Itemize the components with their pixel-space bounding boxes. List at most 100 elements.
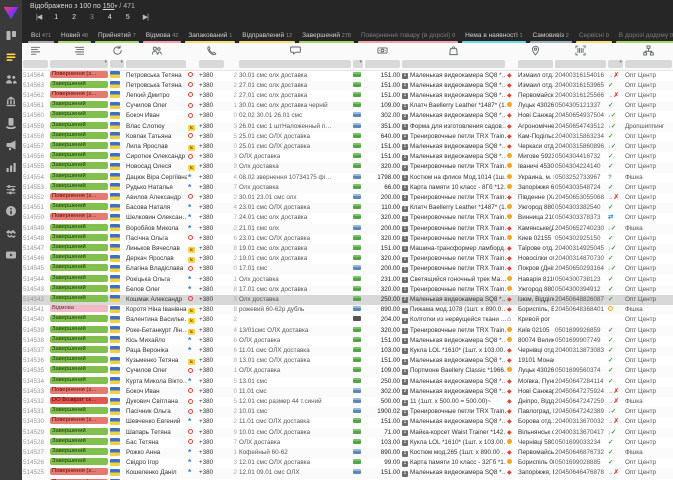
customer-phone[interactable]: +380 [198, 254, 225, 264]
tab-11[interactable]: В дорозі додому 0 [615, 27, 673, 43]
product-cell[interactable]: 2 Маленькая видеокамера SQ8 *… [401, 294, 506, 306]
tracking-number[interactable]: 20400313670417 [554, 428, 607, 438]
customer-name[interactable]: Рокіцька Ольга [125, 275, 187, 285]
customer-phone[interactable]: +380 [198, 377, 225, 387]
status-cell[interactable]: Завершений [49, 264, 109, 274]
customer-name[interactable]: Деркач Ярослав [125, 254, 187, 264]
sidebar-item-stats[interactable] [0, 156, 22, 178]
table-row[interactable]: 514560 Завершений Бокоч Иван +380 0 02.02 30.… [22, 111, 673, 121]
tracking-number[interactable]: 0501699926859 [554, 326, 607, 336]
customer-name[interactable]: Рудько Наталья [125, 183, 187, 193]
order-note[interactable]: Олх доставка [238, 183, 352, 193]
order-note[interactable]: 27.01 смс олх доставка [238, 91, 352, 101]
tracking-number[interactable]: 20450654743512 [554, 122, 607, 132]
tracking-number[interactable]: 0504300738123 [554, 275, 607, 285]
customer-phone[interactable]: +380 [198, 468, 225, 478]
status-cell[interactable]: Завершений [49, 223, 109, 234]
customer-name[interactable]: Роке-Бетанкурт Лін… [125, 326, 187, 336]
customer-name[interactable]: Новосад Олеся [125, 162, 187, 172]
product-cell[interactable]: 1 Портмоне Baellery Classic *1966… [401, 366, 506, 376]
table-row[interactable]: 514527 Завершений Рожко Анна * +380 1 Кофейный… [22, 448, 673, 459]
page-button-5[interactable]: 5 [119, 14, 137, 21]
tracking-number[interactable]: 0504300394912 [554, 285, 607, 295]
status-cell[interactable]: Завершений [49, 335, 109, 346]
status-cell[interactable]: Завершений [49, 233, 109, 244]
column-header[interactable] [352, 43, 364, 58]
customer-phone[interactable]: +380 [198, 305, 225, 315]
order-note[interactable]: ОЛХ доставка [238, 152, 352, 162]
order-note[interactable]: 13/01смс ОЛХ доставка [238, 326, 352, 336]
order-note[interactable]: 13.01 смс ОЛХ доставка [238, 356, 352, 366]
customer-phone[interactable]: +380 [198, 458, 225, 468]
customer-name[interactable]: Белов Олег [125, 285, 187, 295]
order-note[interactable]: 27.01 смс олх доставка [238, 81, 352, 91]
status-cell[interactable]: Повернення (з… [49, 192, 109, 203]
order-note[interactable]: Олх доставка [238, 275, 352, 285]
tracking-number[interactable]: 20450646476878 [554, 468, 607, 478]
customer-phone[interactable]: +380 [198, 336, 225, 346]
status-cell[interactable]: Завершений [49, 101, 109, 111]
table-row[interactable]: 514558 Завершений Ковпак Татьяна +380 5 25.01… [22, 131, 673, 142]
product-cell[interactable]: 1 Костюм на флисе Мод.1014 (1ш… [401, 173, 506, 183]
order-note[interactable]: 24.01 смс олх доставка [238, 213, 352, 223]
order-note[interactable]: рожевий 60-62р дубль [238, 305, 352, 315]
column-header[interactable] [607, 43, 624, 58]
tracking-number[interactable]: 20450648826087 [554, 294, 607, 306]
column-header[interactable] [198, 43, 225, 58]
product-cell[interactable]: 1 Карта памяти 10 класс - 8Гб *12… [401, 183, 506, 193]
customer-phone[interactable]: +380 [198, 428, 225, 438]
order-note[interactable]: 12.01 смс размер 44 т.синий [238, 397, 352, 407]
status-cell[interactable]: Повернення (з… [49, 386, 109, 397]
order-note[interactable]: 25.01 смс ОЛХ доставка [238, 132, 352, 142]
tracking-number[interactable]: 0501699033234 [554, 438, 607, 448]
order-note[interactable]: ОЛХ доставка [238, 336, 352, 346]
order-note[interactable]: 02.02 30.01 26.01 смс [238, 111, 352, 121]
filter-input[interactable] [199, 59, 224, 68]
product-cell[interactable]: 1 Клатч Baellerry Leather *1487* (1… [401, 203, 506, 213]
product-cell[interactable]: 1 Тренировочные петли TRX Train… [401, 213, 506, 223]
table-row[interactable]: 514532 DO Возврат ск… Дукович Світлана +380… [22, 397, 673, 407]
product-cell[interactable]: 1 Клатч Baellerry Leather *1487* (1… [401, 101, 506, 111]
product-cell[interactable]: 1 Маленькая видеокамера SQ8 *… [401, 356, 506, 366]
tracking-number[interactable]: 0504304416732 [554, 152, 607, 162]
column-header[interactable] [517, 43, 554, 58]
customer-phone[interactable]: +380 [198, 183, 225, 193]
table-row[interactable]: 514539 Завершений Роке-Бетанкурт Лін… lc +38… [22, 325, 673, 336]
order-note[interactable]: 25.01 смс ОЛХ доставка [238, 142, 352, 152]
order-note[interactable]: 19.01 смс олх доставка [238, 254, 352, 264]
customer-phone[interactable]: +380 [198, 387, 225, 397]
product-cell[interactable]: 1 Светящийся гоночный трек Ма… [401, 275, 506, 285]
customer-name[interactable]: Коротя Ніна Іванівна [125, 305, 187, 315]
order-note[interactable] [238, 315, 352, 325]
customer-phone[interactable]: +380 [198, 152, 225, 162]
status-cell[interactable]: Завершений [49, 141, 109, 152]
customer-name[interactable]: Бокоч Иван [125, 387, 187, 397]
table-row[interactable]: 514533 Повернення (з… Бокоч Иван +380 0 11.01… [22, 386, 673, 397]
sidebar-item-company[interactable] [0, 90, 22, 112]
tracking-number[interactable]: 20400313873083 [554, 346, 607, 356]
tab-2[interactable]: Прийнятий 7 [95, 27, 139, 43]
table-row[interactable]: 514559 Завершений Влас Слотюу lc +380 3 26.01 … [22, 121, 673, 132]
customer-phone[interactable]: +380 [198, 448, 225, 458]
status-cell[interactable]: Повернення (з… [49, 90, 109, 101]
customer-name[interactable]: Сучилов Олег [125, 101, 187, 111]
customer-name[interactable]: Свідро Ігор [125, 458, 187, 468]
product-cell[interactable]: 1 Тренировочные петли TRX Train… [401, 234, 506, 244]
filter-input[interactable] [239, 59, 351, 68]
tracking-number[interactable]: 20450647275924 [554, 387, 607, 397]
customer-phone[interactable]: +380 [198, 315, 225, 325]
order-note[interactable]: Кофейный 60-62 [238, 448, 352, 458]
order-note[interactable]: 11.01 смс ОЛХ доставка [238, 417, 352, 427]
customer-name[interactable]: Влас Слотюу [125, 122, 187, 132]
page-button-3[interactable]: 3 [83, 14, 101, 21]
customer-name[interactable]: Кошмак Александр [125, 294, 187, 306]
product-cell[interactable]: 1 Маленькая видеокамера SQ8 *… [401, 91, 506, 101]
product-cell[interactable]: 1 Маленькая видеокамера SQ8 *… [401, 70, 506, 81]
table-row[interactable]: 514549 Завершений Воробйов Микола * +380 2 21.… [22, 223, 673, 234]
table-row[interactable]: 514535 Завершений Сучилов Олег +380 1 ОЛХ дос… [22, 366, 673, 377]
tab-6[interactable]: Завершений 278 [299, 27, 354, 43]
tracking-number[interactable]: 20450646876732 [554, 448, 607, 458]
sidebar-item-contacts[interactable] [0, 68, 22, 90]
product-cell[interactable]: 1 11 (1шт. х 500.00 = 500.00)~ [401, 397, 506, 407]
product-cell[interactable]: 1 Тренировочные петли TRX Train… [401, 132, 506, 142]
